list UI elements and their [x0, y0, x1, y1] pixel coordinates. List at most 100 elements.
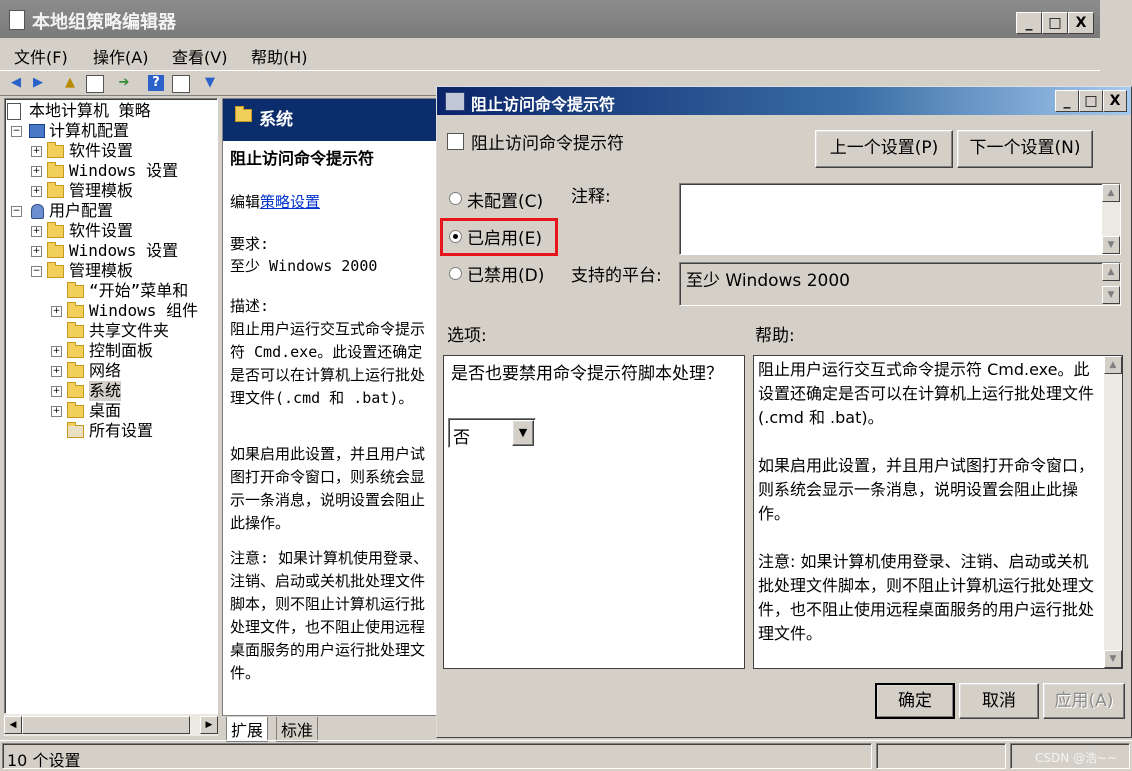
- radio-not-configured[interactable]: [449, 192, 462, 205]
- dialog-policy-icon: [445, 92, 465, 111]
- scroll-down-icon[interactable]: ▼: [1102, 286, 1120, 304]
- previous-setting-button[interactable]: 上一个设置(P): [815, 130, 953, 168]
- folder-icon: [47, 222, 64, 238]
- policy-tree[interactable]: 本地计算机 策略 − 计算机配置 + 软件设置 + Windows 设置 + 管…: [4, 98, 218, 714]
- folder-open-icon: [47, 262, 64, 278]
- menu-file[interactable]: 文件(F): [14, 44, 68, 68]
- export-list-icon[interactable]: ➔: [116, 75, 132, 91]
- status-main-panel: 10 个设置: [2, 743, 872, 770]
- dialog-title: 阻止访问命令提示符: [471, 95, 616, 114]
- computer-icon: [29, 124, 45, 138]
- supported-platform-value: 至少 Windows 2000: [686, 271, 850, 291]
- radio-disabled[interactable]: [449, 267, 462, 280]
- platform-scrollbar[interactable]: ▲ ▼: [1102, 263, 1120, 305]
- description-label: 描述:: [230, 297, 270, 315]
- dialog-close-button[interactable]: X: [1103, 90, 1127, 112]
- all-settings-icon: [67, 422, 84, 438]
- tree-horizontal-scrollbar[interactable]: ◀ ▶: [4, 714, 218, 736]
- radio-disabled-label[interactable]: 已禁用(D): [467, 261, 544, 286]
- folder-icon: [67, 362, 84, 378]
- help-paragraph-3: 注意: 如果计算机使用登录、注销、启动或关机批处理文件脚本，则不阻止计算机运行批…: [758, 552, 1095, 643]
- ok-button[interactable]: 确定: [875, 683, 955, 719]
- cancel-button[interactable]: 取消: [959, 683, 1039, 719]
- help-scrollbar[interactable]: ▲ ▼: [1104, 356, 1122, 668]
- edit-policy-link[interactable]: 策略设置: [260, 193, 320, 211]
- close-button[interactable]: X: [1068, 12, 1094, 34]
- radio-enabled[interactable]: [449, 230, 462, 243]
- filter-icon[interactable]: ▼: [202, 75, 218, 91]
- tab-extended[interactable]: 扩展: [226, 717, 269, 742]
- help-panel: 阻止用户运行交互式命令提示符 Cmd.exe。此设置还确定是否可以在计算机上运行…: [753, 355, 1123, 669]
- comment-scrollbar[interactable]: ▲ ▼: [1102, 184, 1120, 254]
- scroll-down-icon[interactable]: ▼: [1104, 650, 1122, 668]
- comment-textarea[interactable]: ▲ ▼: [679, 183, 1121, 255]
- expand-icon[interactable]: +: [31, 246, 42, 257]
- properties-icon[interactable]: [172, 75, 190, 93]
- menu-help[interactable]: 帮助(H): [251, 44, 308, 68]
- policy-setting-dialog: 阻止访问命令提示符 _ □ X 阻止访问命令提示符 上一个设置(P) 下一个设置…: [436, 86, 1132, 738]
- view-tabs: 扩展 标准: [222, 716, 438, 742]
- expand-icon[interactable]: +: [31, 146, 42, 157]
- help-paragraph-2: 如果启用此设置，并且用户试图打开命令窗口，则系统会显示一条消息，说明设置会阻止此…: [758, 456, 1095, 523]
- tab-standard[interactable]: 标准: [276, 717, 319, 742]
- expand-icon[interactable]: +: [31, 166, 42, 177]
- folder-icon: [67, 382, 84, 398]
- radio-enabled-label[interactable]: 已启用(E): [467, 224, 542, 249]
- dialog-title-bar: 阻止访问命令提示符 _ □ X: [437, 87, 1131, 115]
- menu-bar: 文件(F) 操作(A) 查看(V) 帮助(H): [0, 38, 1100, 70]
- back-icon[interactable]: ◀: [8, 75, 24, 91]
- chevron-down-icon[interactable]: ▼: [512, 420, 534, 446]
- help-icon[interactable]: ?: [148, 75, 164, 91]
- expand-icon[interactable]: +: [51, 366, 62, 377]
- dialog-minimize-button[interactable]: _: [1055, 90, 1079, 112]
- expand-icon[interactable]: +: [51, 306, 62, 317]
- radio-not-configured-label[interactable]: 未配置(C): [467, 187, 543, 212]
- scroll-up-icon[interactable]: ▲: [1104, 356, 1122, 374]
- supported-platform-box: 至少 Windows 2000 ▲ ▼: [679, 262, 1121, 306]
- user-icon: [31, 204, 44, 219]
- expand-icon[interactable]: +: [51, 406, 62, 417]
- main-window-title: 本地组策略编辑器: [32, 12, 176, 33]
- folder-icon: [67, 342, 84, 358]
- help-paragraph-1: 阻止用户运行交互式命令提示符 Cmd.exe。此设置还确定是否可以在计算机上运行…: [758, 360, 1095, 427]
- scroll-thumb[interactable]: [22, 716, 190, 734]
- scroll-up-icon[interactable]: ▲: [1102, 263, 1120, 281]
- scroll-down-icon[interactable]: ▼: [1102, 236, 1120, 254]
- menu-view[interactable]: 查看(V): [172, 44, 227, 68]
- collapse-icon[interactable]: −: [11, 206, 22, 217]
- expand-icon[interactable]: +: [51, 386, 62, 397]
- menu-action[interactable]: 操作(A): [93, 44, 148, 68]
- policy-doc-icon: [7, 103, 21, 120]
- folder-icon: [47, 242, 64, 258]
- edit-line: 编辑策略设置: [230, 193, 321, 211]
- watermark: CSDN @浩~~: [1035, 751, 1118, 765]
- dialog-maximize-button[interactable]: □: [1079, 90, 1103, 112]
- apply-button[interactable]: 应用(A): [1043, 683, 1125, 719]
- folder-icon: [235, 106, 252, 122]
- collapse-icon[interactable]: −: [31, 266, 42, 277]
- description-paragraph-3: 注意: 如果计算机使用登录、注销、启动或关机批处理文件脚本，则不阻止计算机运行批…: [230, 549, 429, 682]
- policy-title: 阻止访问命令提示符: [230, 149, 375, 168]
- folder-icon: [67, 402, 84, 418]
- scroll-left-icon[interactable]: ◀: [4, 716, 22, 734]
- requirements-label: 要求:: [230, 235, 270, 253]
- expand-icon[interactable]: +: [51, 346, 62, 357]
- show-tree-icon[interactable]: [86, 75, 104, 93]
- scroll-right-icon[interactable]: ▶: [200, 716, 218, 734]
- comment-label: 注释:: [571, 187, 611, 207]
- up-folder-icon[interactable]: ▲: [62, 75, 78, 91]
- expand-icon[interactable]: +: [31, 226, 42, 237]
- scroll-up-icon[interactable]: ▲: [1102, 184, 1120, 202]
- expand-icon[interactable]: +: [31, 186, 42, 197]
- next-setting-button[interactable]: 下一个设置(N): [957, 130, 1093, 168]
- folder-icon: [67, 322, 84, 338]
- policy-editor-icon: [9, 10, 25, 30]
- minimize-button[interactable]: _: [1016, 12, 1042, 34]
- collapse-icon[interactable]: −: [11, 126, 22, 137]
- folder-icon: [47, 142, 64, 158]
- option-question: 是否也要禁用命令提示符脚本处理？: [451, 364, 723, 384]
- option-dropdown[interactable]: 否 ▼: [448, 418, 536, 448]
- maximize-button[interactable]: □: [1042, 12, 1068, 34]
- forward-icon[interactable]: ▶: [30, 75, 46, 91]
- status-panel-2: [876, 743, 1006, 769]
